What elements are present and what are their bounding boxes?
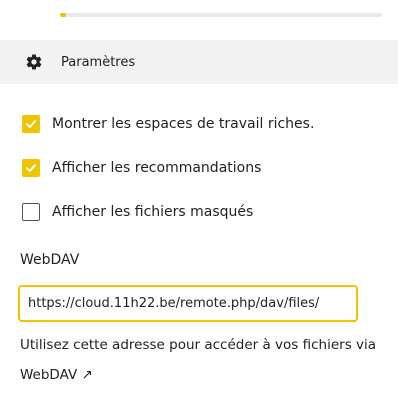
- storage-quota-bar: [60, 13, 382, 17]
- gear-icon: [24, 52, 44, 72]
- files-settings-panel: Paramètres Montrer les espaces de travai…: [0, 0, 398, 401]
- option-hidden-files[interactable]: Afficher les fichiers masqués: [22, 202, 253, 222]
- webdav-help-text: Utilisez cette adresse pour accéder à vo…: [20, 337, 303, 353]
- checkbox-recommendations[interactable]: [22, 159, 40, 177]
- checkbox-hidden-files[interactable]: [22, 203, 40, 221]
- webdav-help: Utilisez cette adresse pour accéder à vo…: [20, 330, 380, 390]
- checkmark-icon: [26, 164, 36, 172]
- settings-title: Paramètres: [61, 54, 136, 70]
- option-label: Montrer les espaces de travail riches.: [52, 116, 315, 132]
- storage-quota-fill: [60, 13, 67, 17]
- settings-toggle[interactable]: Paramètres: [0, 40, 398, 84]
- option-label: Afficher les fichiers masqués: [52, 204, 254, 220]
- option-recommendations[interactable]: Afficher les recommandations: [22, 158, 261, 178]
- webdav-label: WebDAV: [20, 252, 80, 268]
- webdav-url-input[interactable]: [18, 285, 358, 322]
- checkbox-rich-workspaces[interactable]: [22, 115, 40, 133]
- option-label: Afficher les recommandations: [52, 160, 262, 176]
- option-rich-workspaces[interactable]: Montrer les espaces de travail riches.: [22, 114, 314, 134]
- checkmark-icon: [26, 120, 36, 128]
